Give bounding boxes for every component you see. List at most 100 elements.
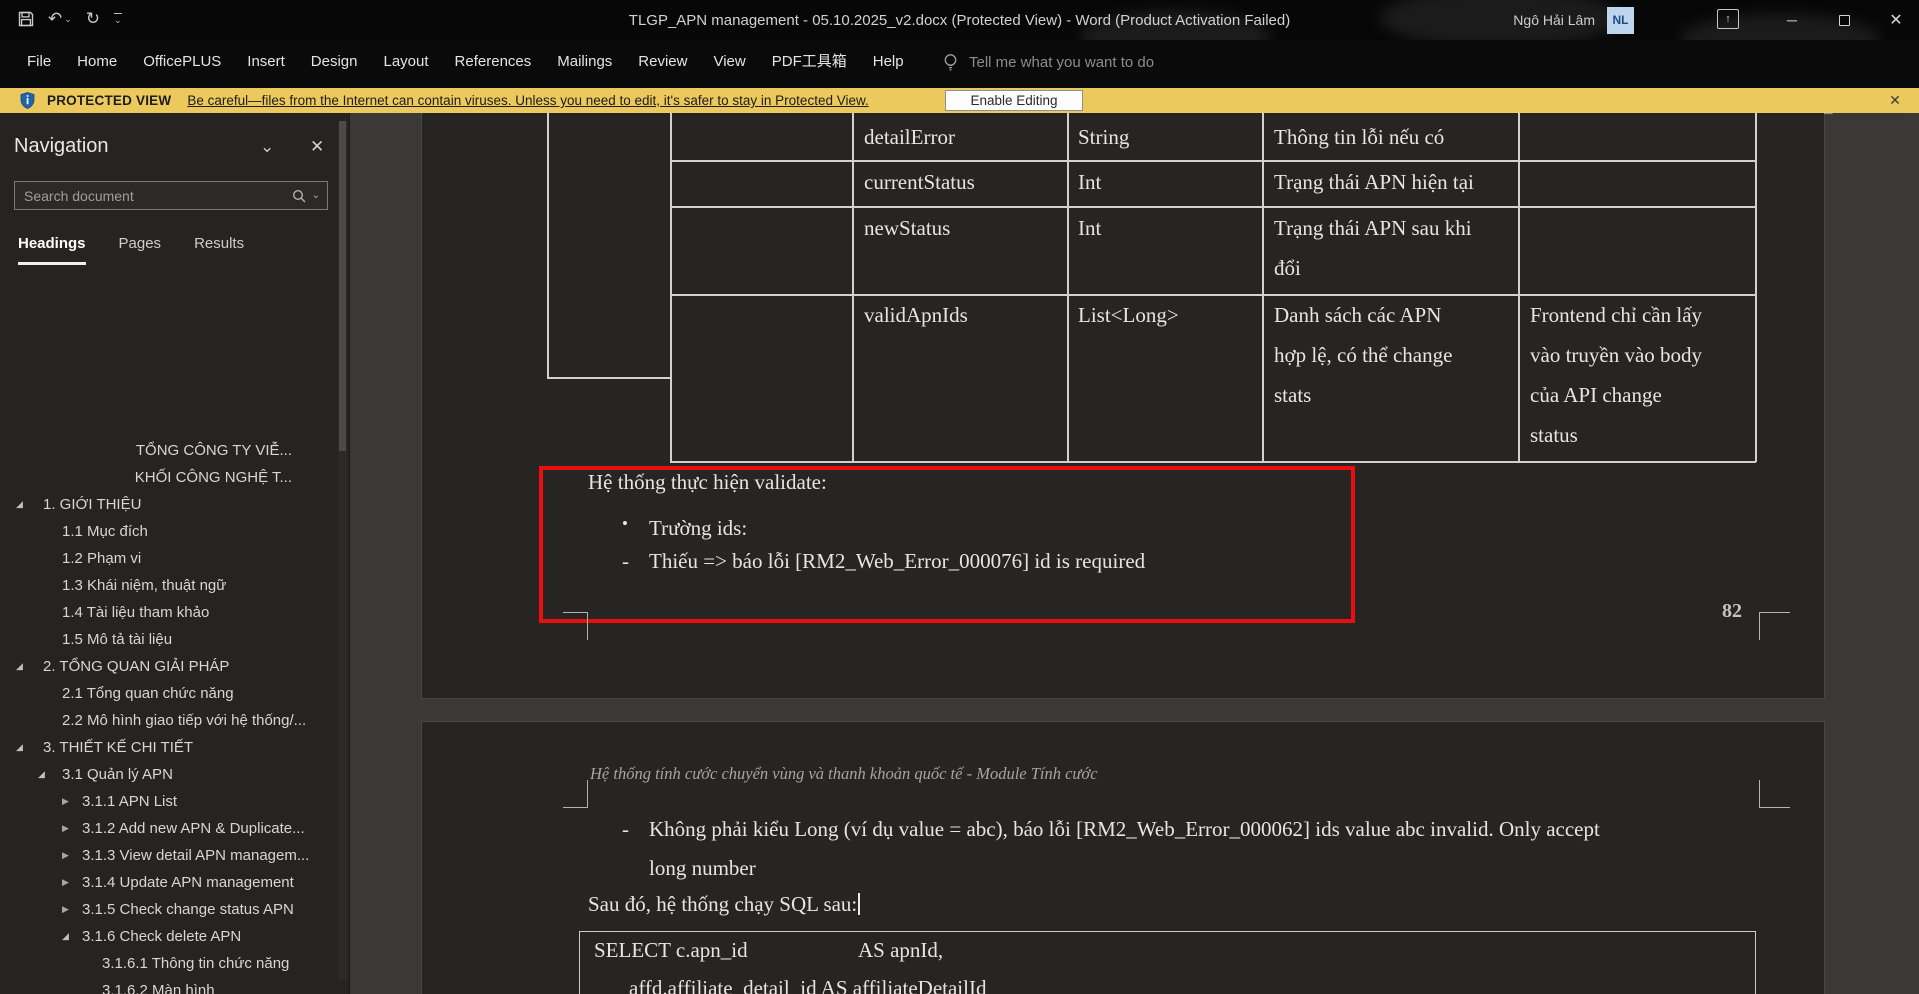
ribbon-tab-file[interactable]: File — [14, 40, 64, 84]
nav-tree-item[interactable]: ◢ 3. THIẾT KẾ CHI TIẾT — [0, 734, 336, 761]
bullet-marker: • — [622, 514, 628, 534]
ribbon-tab-insert[interactable]: Insert — [234, 40, 298, 84]
tab-headings[interactable]: Headings — [18, 235, 86, 265]
expand-triangle-icon[interactable]: ▶ — [62, 842, 69, 869]
nav-tree-item[interactable]: 1.3 Khái niệm, thuật ngữ — [0, 572, 336, 599]
enable-editing-button[interactable]: Enable Editing — [945, 90, 1083, 111]
nav-tree-item[interactable]: 1.1 Mục đích — [0, 518, 336, 545]
collapse-triangle-icon[interactable]: ◢ — [16, 653, 23, 680]
table-cell-type: Int — [1078, 162, 1101, 202]
nav-tree-item[interactable]: 1.2 Phạm vi — [0, 545, 336, 572]
dash-marker: - — [622, 817, 629, 842]
ribbon-tab-design[interactable]: Design — [298, 40, 371, 84]
nav-item-label: 3. THIẾT KẾ CHI TIẾT — [43, 734, 193, 761]
user-avatar[interactable]: NL — [1607, 7, 1634, 34]
undo-icon[interactable]: ↶ — [48, 8, 62, 30]
nav-item-label: 2. TỔNG QUAN GIẢI PHÁP — [43, 653, 229, 680]
nav-tree-item[interactable]: ◢ 3.1 Quản lý APN — [0, 761, 336, 788]
ribbon-tab-references[interactable]: References — [442, 40, 545, 84]
tab-results[interactable]: Results — [194, 235, 244, 265]
ribbon-tab-officeplus[interactable]: OfficePLUS — [130, 40, 234, 84]
nav-tree-item[interactable]: ▶3.1.1 APN List — [0, 788, 336, 815]
customize-quick-access-toolbar-icon[interactable]: ⌄ — [114, 13, 122, 26]
word-window: ↶ ⌄ ↻ ⌄ TLGP_APN management - 05.10.2025… — [0, 0, 1919, 994]
ribbon-tab-mailings[interactable]: Mailings — [544, 40, 625, 84]
ribbon-tab-home[interactable]: Home — [64, 40, 130, 84]
shield-icon — [20, 92, 35, 109]
nav-item-label: 1.1 Mục đích — [62, 518, 148, 545]
sql-line1-left: SELECT c.apn_id — [594, 938, 748, 963]
dash-marker: - — [622, 549, 629, 574]
table-border — [547, 113, 549, 377]
undo-dropdown-icon[interactable]: ⌄ — [64, 14, 72, 25]
table-cell-type: List<Long> — [1078, 295, 1179, 335]
restore-button[interactable] — [1821, 0, 1867, 40]
redo-icon[interactable]: ↻ — [86, 8, 100, 30]
nav-item-label: 3.1.5 Check change status APN — [82, 896, 294, 923]
nav-tree-item[interactable]: 3.1.6.1 Thông tin chức năng — [0, 950, 336, 977]
ribbon-tab-pdf-[interactable]: PDF工具箱 — [759, 40, 860, 84]
ribbon-tab-layout[interactable]: Layout — [371, 40, 442, 84]
nav-tree-item[interactable]: 1.5 Mô tả tài liệu — [0, 626, 336, 653]
protected-view-message-link[interactable]: Be careful—files from the Internet can c… — [187, 93, 868, 108]
nav-tree-item[interactable]: ▶ 3.1.5 Check change status APN — [0, 896, 336, 923]
nav-item-label: 1. GIỚI THIỆU — [43, 491, 141, 518]
nav-tree-item[interactable]: KHỐI CÔNG NGHỆ T... — [0, 464, 336, 491]
table-border — [547, 377, 671, 379]
table-border — [670, 461, 1756, 463]
ribbon-tab-help[interactable]: Help — [860, 40, 917, 84]
collapse-triangle-icon[interactable]: ◢ — [16, 734, 23, 761]
expand-triangle-icon[interactable]: ▶ — [62, 869, 69, 896]
collapse-triangle-icon[interactable]: ◢ — [62, 923, 69, 950]
navigation-options-chevron-icon[interactable]: ⌄ — [260, 137, 274, 157]
ribbon-tab-view[interactable]: View — [700, 40, 758, 84]
nav-item-label: 1.4 Tài liệu tham khảo — [62, 599, 209, 626]
search-icon[interactable] — [292, 189, 306, 203]
ribbon-display-options-icon[interactable]: ↑ — [1717, 9, 1739, 29]
navigation-close-icon[interactable]: ✕ — [310, 137, 324, 157]
nav-tree-item[interactable]: ▶3.1.2 Add new APN & Duplicate... — [0, 815, 336, 842]
table-border — [670, 206, 1756, 208]
save-icon[interactable] — [18, 11, 34, 27]
nav-tree-item[interactable]: 3.1.6.2 Màn hình — [0, 977, 336, 994]
nav-tree-item[interactable]: 2.2 Mô hình giao tiếp với hệ thống/... — [0, 707, 336, 734]
nav-tree-item[interactable]: ◢3.1.6 Check delete APN — [0, 923, 336, 950]
navigation-scrollbar-thumb[interactable] — [339, 121, 346, 451]
navigation-tabs: Headings Pages Results — [18, 235, 277, 265]
table-cell-desc: Trạng thái APN hiện tại — [1274, 162, 1474, 202]
expand-triangle-icon[interactable]: ▶ — [62, 896, 69, 923]
table-cell-field: validApnIds — [864, 295, 968, 335]
expand-triangle-icon[interactable]: ▶ — [62, 788, 69, 815]
sql-intro-text: Sau đó, hệ thống chạy SQL sau: — [588, 892, 857, 916]
ribbon-tab-review[interactable]: Review — [625, 40, 700, 84]
table-border — [1067, 113, 1069, 462]
navigation-scrollbar[interactable] — [338, 121, 347, 981]
navigation-pane-title: Navigation — [14, 135, 109, 158]
nav-tree-item[interactable]: 2.1 Tổng quan chức năng — [0, 680, 336, 707]
text-boundary-mark — [563, 780, 588, 808]
nav-item-label: 1.3 Khái niệm, thuật ngữ — [62, 572, 226, 599]
nav-tree-item[interactable]: ▶ 3.1.4 Update APN management — [0, 869, 336, 896]
nav-tree-item[interactable]: 1.4 Tài liệu tham khảo — [0, 599, 336, 626]
nav-tree-item[interactable]: ◢ 1. GIỚI THIỆU — [0, 491, 336, 518]
search-input[interactable] — [15, 188, 292, 204]
nav-item-label: 3.1 Quản lý APN — [62, 761, 173, 788]
nav-tree-item[interactable]: ◢ 2. TỔNG QUAN GIẢI PHÁP — [0, 653, 336, 680]
collapse-triangle-icon[interactable]: ◢ — [16, 491, 23, 518]
close-button[interactable]: ✕ — [1873, 0, 1919, 40]
expand-triangle-icon[interactable]: ▶ — [62, 815, 69, 842]
minimize-button[interactable]: ─ — [1769, 0, 1815, 40]
nav-tree-item[interactable]: ▶3.1.3 View detail APN managem... — [0, 842, 336, 869]
protected-view-close-icon[interactable]: ✕ — [1883, 88, 1907, 113]
table-border — [1518, 113, 1520, 462]
nav-tree-item[interactable]: TỔNG CÔNG TY VIỄ... — [0, 437, 336, 464]
table-cell-type: String — [1078, 117, 1129, 157]
search-box[interactable]: ⌄ — [14, 181, 328, 210]
search-dropdown-icon[interactable]: ⌄ — [312, 190, 320, 201]
nav-item-label: 3.1.4 Update APN management — [82, 869, 294, 896]
tab-pages[interactable]: Pages — [119, 235, 162, 265]
collapse-triangle-icon[interactable]: ◢ — [38, 761, 45, 788]
text-boundary-mark — [1759, 612, 1790, 640]
table-cell-field: currentStatus — [864, 162, 975, 202]
tell-me-box[interactable]: Tell me what you want to do — [942, 40, 1154, 84]
